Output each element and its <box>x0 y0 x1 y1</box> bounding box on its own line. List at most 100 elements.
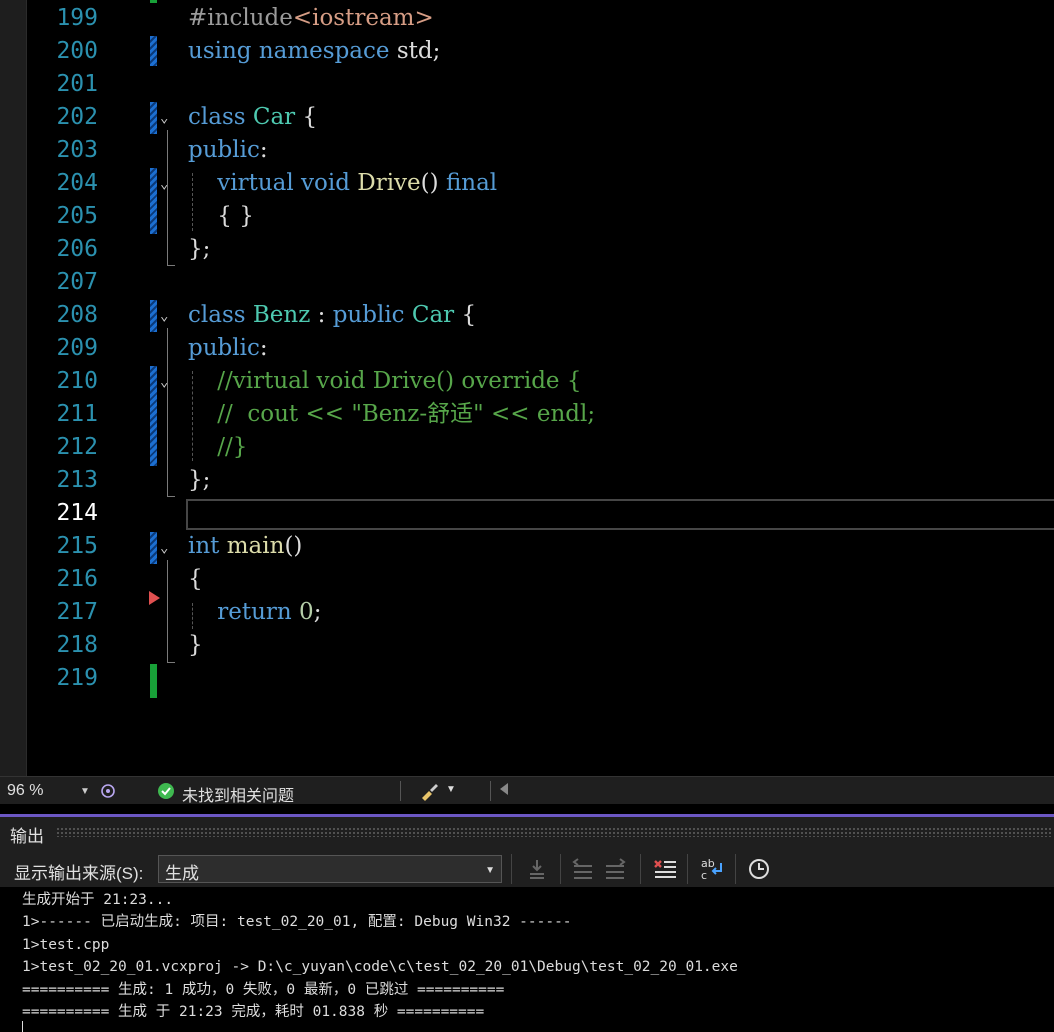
code-editor[interactable]: 199 #include<iostream> 200 using namespace … <box>0 0 1054 776</box>
line-number: 204 <box>56 170 98 196</box>
change-indicator <box>150 300 157 332</box>
code-text[interactable]: { } <box>188 200 254 233</box>
clear-all-icon[interactable] <box>649 854 681 884</box>
output-toolbar: 显示输出来源(S): 生成 ▼ ab c <box>0 850 1054 886</box>
fold-toggle-icon[interactable]: ⌄ <box>160 111 174 125</box>
code-token: { <box>454 302 477 328</box>
code-line[interactable]: 201 <box>0 68 1054 101</box>
output-log[interactable]: 生成开始于 21:23... 1>------ 已启动生成: 项目: test_0… <box>0 887 1054 1032</box>
code-text[interactable]: //virtual void Drive() override { <box>188 365 582 398</box>
scroll-left-icon[interactable] <box>500 783 508 795</box>
output-source-select[interactable]: 生成 ▼ <box>158 855 502 883</box>
output-line: ========== 生成: 1 成功，0 失败，0 最新，0 已跳过 ====… <box>22 981 505 998</box>
code-line[interactable]: 211 // cout << "Benz-舒适" << endl; <box>0 398 1054 431</box>
panel-drag-grip[interactable] <box>56 827 1052 837</box>
code-token: { } <box>188 203 254 229</box>
fold-bracket <box>167 130 168 265</box>
code-token: public <box>188 137 260 163</box>
code-line[interactable]: 202 class Car { <box>0 101 1054 134</box>
code-line[interactable]: 215 int main() <box>0 530 1054 563</box>
code-text[interactable]: public: <box>188 134 268 167</box>
line-number: 216 <box>56 566 98 592</box>
code-line[interactable]: 209 public: <box>0 332 1054 365</box>
zoom-dropdown[interactable]: 96 % ▼ <box>3 780 93 802</box>
issues-status-text[interactable]: 未找到相关问题 <box>182 782 294 806</box>
line-number: 200 <box>56 38 98 64</box>
toolbar-separator <box>640 854 641 884</box>
fold-bracket-end <box>167 496 175 497</box>
code-line[interactable]: 207 <box>0 266 1054 299</box>
code-token: class <box>188 302 246 328</box>
text-caret <box>22 1021 23 1032</box>
output-line: 1>test.cpp <box>22 936 110 953</box>
change-indicator <box>150 102 157 134</box>
chevron-down-icon[interactable]: ▼ <box>446 784 456 795</box>
code-text[interactable]: { <box>188 563 203 596</box>
code-text[interactable]: #include<iostream> <box>188 2 434 35</box>
code-text[interactable]: public: <box>188 332 268 365</box>
code-line[interactable]: 205 { } <box>0 200 1054 233</box>
output-source-value: 生成 <box>165 864 199 883</box>
next-message-icon[interactable] <box>600 854 632 884</box>
code-token: #include <box>188 5 293 31</box>
code-line[interactable]: 206}; <box>0 233 1054 266</box>
code-token: { <box>295 104 318 130</box>
code-text[interactable]: }; <box>188 233 210 266</box>
code-token: std; <box>389 38 441 64</box>
code-text[interactable]: class Benz : public Car { <box>188 299 476 332</box>
code-token: public <box>188 335 260 361</box>
line-number: 210 <box>56 368 98 394</box>
change-indicator <box>150 36 157 66</box>
code-line[interactable]: 200 using namespace std; <box>0 35 1054 68</box>
panel-divider[interactable] <box>0 804 1054 817</box>
code-line[interactable]: 212 //} <box>0 431 1054 464</box>
word-wrap-icon[interactable]: ab c <box>696 854 728 884</box>
code-line[interactable]: 210 //virtual void Drive() override { <box>0 365 1054 398</box>
intellicode-icon[interactable] <box>98 782 118 800</box>
svg-text:c: c <box>701 869 707 882</box>
code-text[interactable]: return 0; <box>188 596 321 629</box>
change-indicator <box>150 0 157 3</box>
line-number: 199 <box>56 5 98 31</box>
code-line[interactable]: 204 virtual void Drive() final <box>0 167 1054 200</box>
change-indicator <box>150 168 157 234</box>
code-line[interactable]: 199 #include<iostream> <box>0 2 1054 35</box>
fold-toggle-icon[interactable]: ⌄ <box>160 541 174 555</box>
code-line[interactable]: 208 class Benz : public Car { <box>0 299 1054 332</box>
code-text[interactable]: int main() <box>188 530 302 563</box>
code-line[interactable]: 218} <box>0 629 1054 662</box>
line-number: 208 <box>56 302 98 328</box>
brush-cleanup-icon[interactable] <box>419 781 441 801</box>
code-token: //} <box>217 434 248 460</box>
code-text[interactable]: // cout << "Benz-舒适" << endl; <box>188 398 595 431</box>
code-text[interactable]: //} <box>188 431 247 464</box>
code-text[interactable]: class Car { <box>188 101 317 134</box>
code-text[interactable]: using namespace std; <box>188 35 440 68</box>
code-token: } <box>188 632 203 658</box>
toolbar-separator <box>511 854 512 884</box>
code-line[interactable]: 203 public: <box>0 134 1054 167</box>
output-line: 1>test_02_20_01.vcxproj -> D:\c_yuyan\co… <box>22 959 738 976</box>
code-line[interactable]: 219 <box>0 662 1054 695</box>
line-number: 213 <box>56 467 98 493</box>
find-message-in-code-icon[interactable] <box>522 854 554 884</box>
code-token: main <box>226 533 285 559</box>
code-text[interactable]: virtual void Drive() final <box>188 167 497 200</box>
output-line: 1>------ 已启动生成: 项目: test_02_20_01, 配置: D… <box>22 914 572 931</box>
change-indicator <box>150 366 157 466</box>
code-token: //virtual void Drive() override { <box>217 368 582 394</box>
fold-toggle-icon[interactable]: ⌄ <box>160 309 174 323</box>
status-divider <box>490 781 491 801</box>
timestamp-clock-icon[interactable] <box>743 854 775 884</box>
code-token: <iostream> <box>292 5 434 31</box>
code-text[interactable]: }; <box>188 464 210 497</box>
code-line[interactable]: 213}; <box>0 464 1054 497</box>
line-number: 219 <box>56 665 98 691</box>
previous-message-icon[interactable] <box>568 854 600 884</box>
code-text[interactable]: } <box>188 629 203 662</box>
chevron-down-icon: ▼ <box>80 785 90 797</box>
